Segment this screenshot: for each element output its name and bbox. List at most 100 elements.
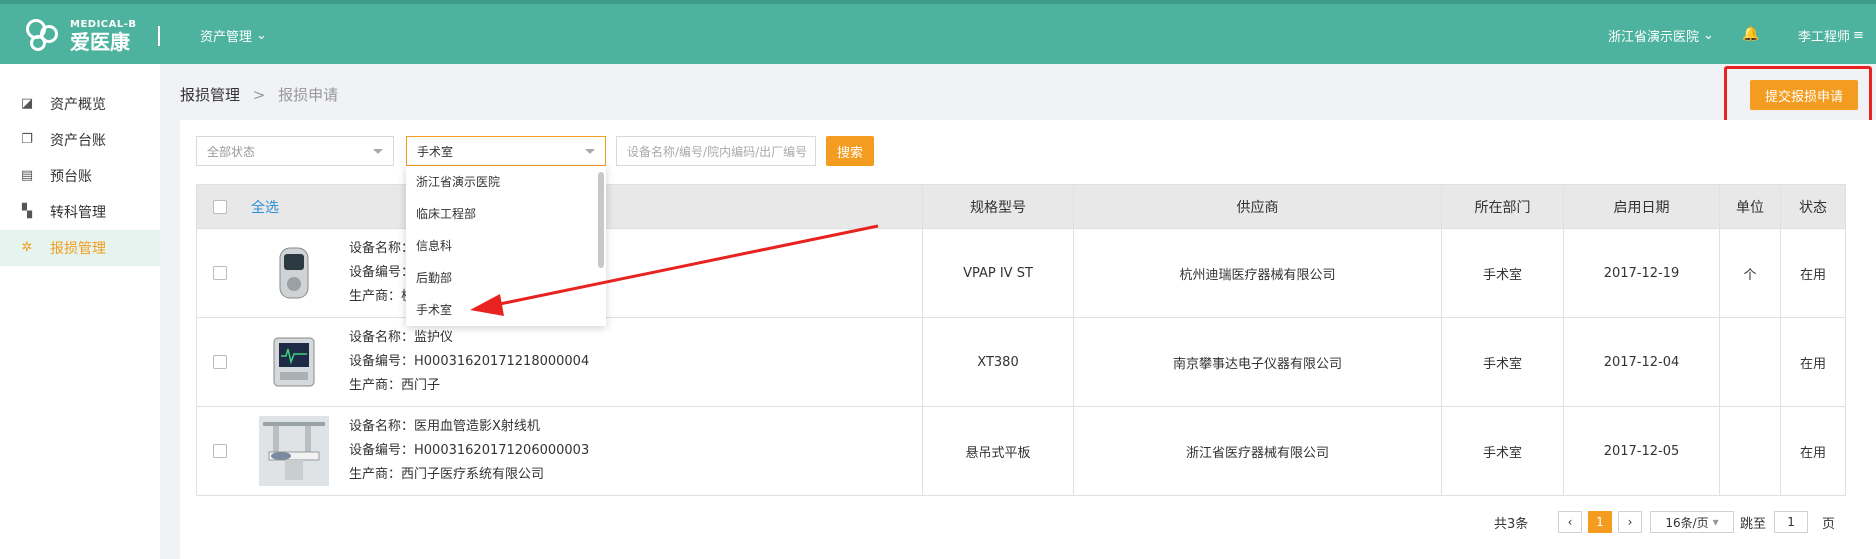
table-row: 设备名称：监护仪 设备编号：H00031620171218000004 生产商：… — [197, 317, 1845, 406]
department-filter-select[interactable]: 手术室 — [406, 136, 606, 166]
header-department: 所在部门 — [1442, 185, 1564, 228]
equipment-cell: 设备名称：监护仪 设备编号：H00031620171218000004 生产商：… — [197, 318, 923, 406]
menu-icon: ≡ — [1853, 28, 1864, 43]
sidebar: ◪ 资产概览 ❐ 资产台账 ▤ 预台账 ▚ 转科管理 ✲ 报损管理 — [0, 64, 160, 559]
dropdown-option[interactable]: 临床工程部 — [406, 198, 606, 230]
status-cell: 在用 — [1799, 356, 1826, 372]
status-filter-value: 全部状态 — [207, 144, 256, 159]
unit-cell — [1720, 407, 1781, 495]
supplier-cell: 杭州迪瑞医疗器械有限公司 — [1074, 229, 1442, 317]
hospital-selector[interactable]: 浙江省演示医院 ⌄ — [1608, 26, 1714, 45]
pagination: 共3条 — [1494, 510, 1528, 534]
chevron-down-icon: ⌄ — [1703, 28, 1714, 43]
sidebar-item-label: 资产概览 — [50, 97, 106, 113]
code-label: 设备编号： — [349, 354, 415, 369]
unit-cell: 个 — [1720, 229, 1781, 317]
date-cell: 2017-12-19 — [1564, 229, 1720, 317]
status-cell: 在用 — [1799, 267, 1826, 283]
sidebar-item-asset-overview[interactable]: ◪ 资产概览 — [0, 86, 160, 122]
asset-management-menu[interactable]: 资产管理 ⌄ — [200, 26, 267, 45]
prev-page-button[interactable]: ‹ — [1558, 511, 1582, 533]
header-status: 状态 — [1799, 199, 1827, 216]
department-filter-value: 手术室 — [417, 144, 454, 159]
asset-menu-label: 资产管理 — [200, 30, 253, 45]
header-start-date: 启用日期 — [1564, 185, 1720, 228]
code-label: 设备编号： — [349, 443, 415, 458]
hospital-label: 浙江省演示医院 — [1608, 30, 1700, 45]
sidebar-item-label: 资产台账 — [50, 133, 106, 149]
logo-cn-text: 爱医康 — [70, 30, 130, 54]
sidebar-item-pre-ledger[interactable]: ▤ 预台账 — [0, 158, 160, 194]
sidebar-item-transfer[interactable]: ▚ 转科管理 — [0, 194, 160, 230]
header-spec: 规格型号 — [923, 185, 1074, 228]
sidebar-item-asset-ledger[interactable]: ❐ 资产台账 — [0, 122, 160, 158]
search-input[interactable]: 设备名称/编号/院内编码/出厂编号 — [616, 136, 816, 166]
dropdown-option[interactable]: 浙江省演示医院 — [406, 166, 606, 198]
equipment-maker: 西门子医疗系统有限公司 — [401, 467, 545, 482]
code-label: 设备编号： — [349, 265, 415, 280]
spec-cell: XT380 — [923, 318, 1074, 406]
table-row: 设备名称：医用血管造影X射线机 设备编号：H000316201712060000… — [197, 406, 1845, 495]
equipment-info: 设备名称： 设备编号： 生产商：杭 — [349, 237, 414, 309]
name-label: 设备名称： — [349, 241, 415, 256]
header-unit: 单位 — [1720, 185, 1781, 228]
jump-page-input[interactable]: 1 — [1774, 511, 1809, 533]
caret-down-icon: ▾ — [1712, 515, 1719, 529]
page-1-button[interactable]: 1 — [1588, 511, 1612, 533]
department-cell: 手术室 — [1442, 407, 1564, 495]
equipment-image — [259, 416, 329, 486]
row-checkbox[interactable] — [213, 266, 227, 280]
equipment-info: 设备名称：监护仪 设备编号：H00031620171218000004 生产商：… — [349, 326, 589, 398]
spec-cell: 悬吊式平板 — [923, 407, 1074, 495]
logo-icon — [24, 17, 62, 55]
page-size-value: 16条/页 — [1665, 515, 1709, 530]
select-all-label[interactable]: 全选 — [251, 197, 279, 217]
search-button[interactable]: 搜索 — [826, 136, 874, 166]
dropdown-scrollbar[interactable] — [598, 172, 604, 268]
breadcrumb-parent[interactable]: 报损管理 — [180, 86, 240, 104]
logo-en-text: MEDICAL-B — [70, 19, 137, 30]
caret-down-icon — [373, 149, 383, 154]
equipment-code: H00031620171218000004 — [414, 354, 590, 369]
gear-icon: ✲ — [21, 240, 33, 255]
supplier-cell: 浙江省医疗器械有限公司 — [1074, 407, 1442, 495]
row-checkbox[interactable] — [213, 355, 227, 369]
search-placeholder: 设备名称/编号/院内编码/出厂编号 — [627, 144, 808, 159]
date-cell: 2017-12-04 — [1564, 318, 1720, 406]
sidebar-item-label: 预台账 — [50, 169, 92, 185]
chart-icon: ◪ — [20, 96, 34, 111]
chevron-down-icon: ⌄ — [256, 28, 267, 43]
row-checkbox[interactable] — [213, 444, 227, 458]
select-all-checkbox[interactable] — [213, 199, 227, 214]
logo: MEDICAL-B 爱医康 — [24, 16, 137, 56]
breadcrumb: 报损管理 > 报损申请 — [180, 84, 338, 105]
next-page-button[interactable]: › — [1618, 511, 1642, 533]
user-name: 李工程师 — [1798, 30, 1851, 45]
header-divider — [158, 26, 160, 46]
page-size-select[interactable]: 16条/页 ▾ — [1650, 511, 1734, 533]
equipment-image — [259, 327, 329, 397]
equipment-code: H00031620171206000003 — [414, 443, 590, 458]
user-menu[interactable]: 李工程师 ≡ — [1798, 26, 1864, 45]
name-label: 设备名称： — [349, 330, 415, 345]
equipment-info: 设备名称：医用血管造影X射线机 设备编号：H000316201712060000… — [349, 415, 589, 487]
equipment-cell: 设备名称：医用血管造影X射线机 设备编号：H000316201712060000… — [197, 407, 923, 495]
sidebar-item-damage-report[interactable]: ✲ 报损管理 — [0, 230, 160, 266]
document-icon: ▤ — [20, 168, 34, 183]
dropdown-option-selected[interactable]: 手术室 — [406, 294, 606, 326]
breadcrumb-current: 报损申请 — [278, 86, 339, 104]
sidebar-item-label: 转科管理 — [50, 205, 106, 221]
equipment-maker: 西门子 — [401, 378, 441, 393]
bell-icon[interactable]: 🔔 — [1742, 26, 1759, 42]
maker-label: 生产商： — [349, 467, 402, 482]
dropdown-option[interactable]: 后勤部 — [406, 262, 606, 294]
status-filter-select[interactable]: 全部状态 — [196, 136, 394, 166]
date-cell: 2017-12-05 — [1564, 407, 1720, 495]
sidebar-item-label: 报损管理 — [50, 241, 106, 257]
department-cell: 手术室 — [1442, 229, 1564, 317]
supplier-cell: 南京攀事达电子仪器有限公司 — [1074, 318, 1442, 406]
dropdown-option[interactable]: 信息科 — [406, 230, 606, 262]
department-cell: 手术室 — [1442, 318, 1564, 406]
jump-label: 跳至 — [1740, 516, 1767, 532]
header-supplier: 供应商 — [1074, 185, 1442, 228]
